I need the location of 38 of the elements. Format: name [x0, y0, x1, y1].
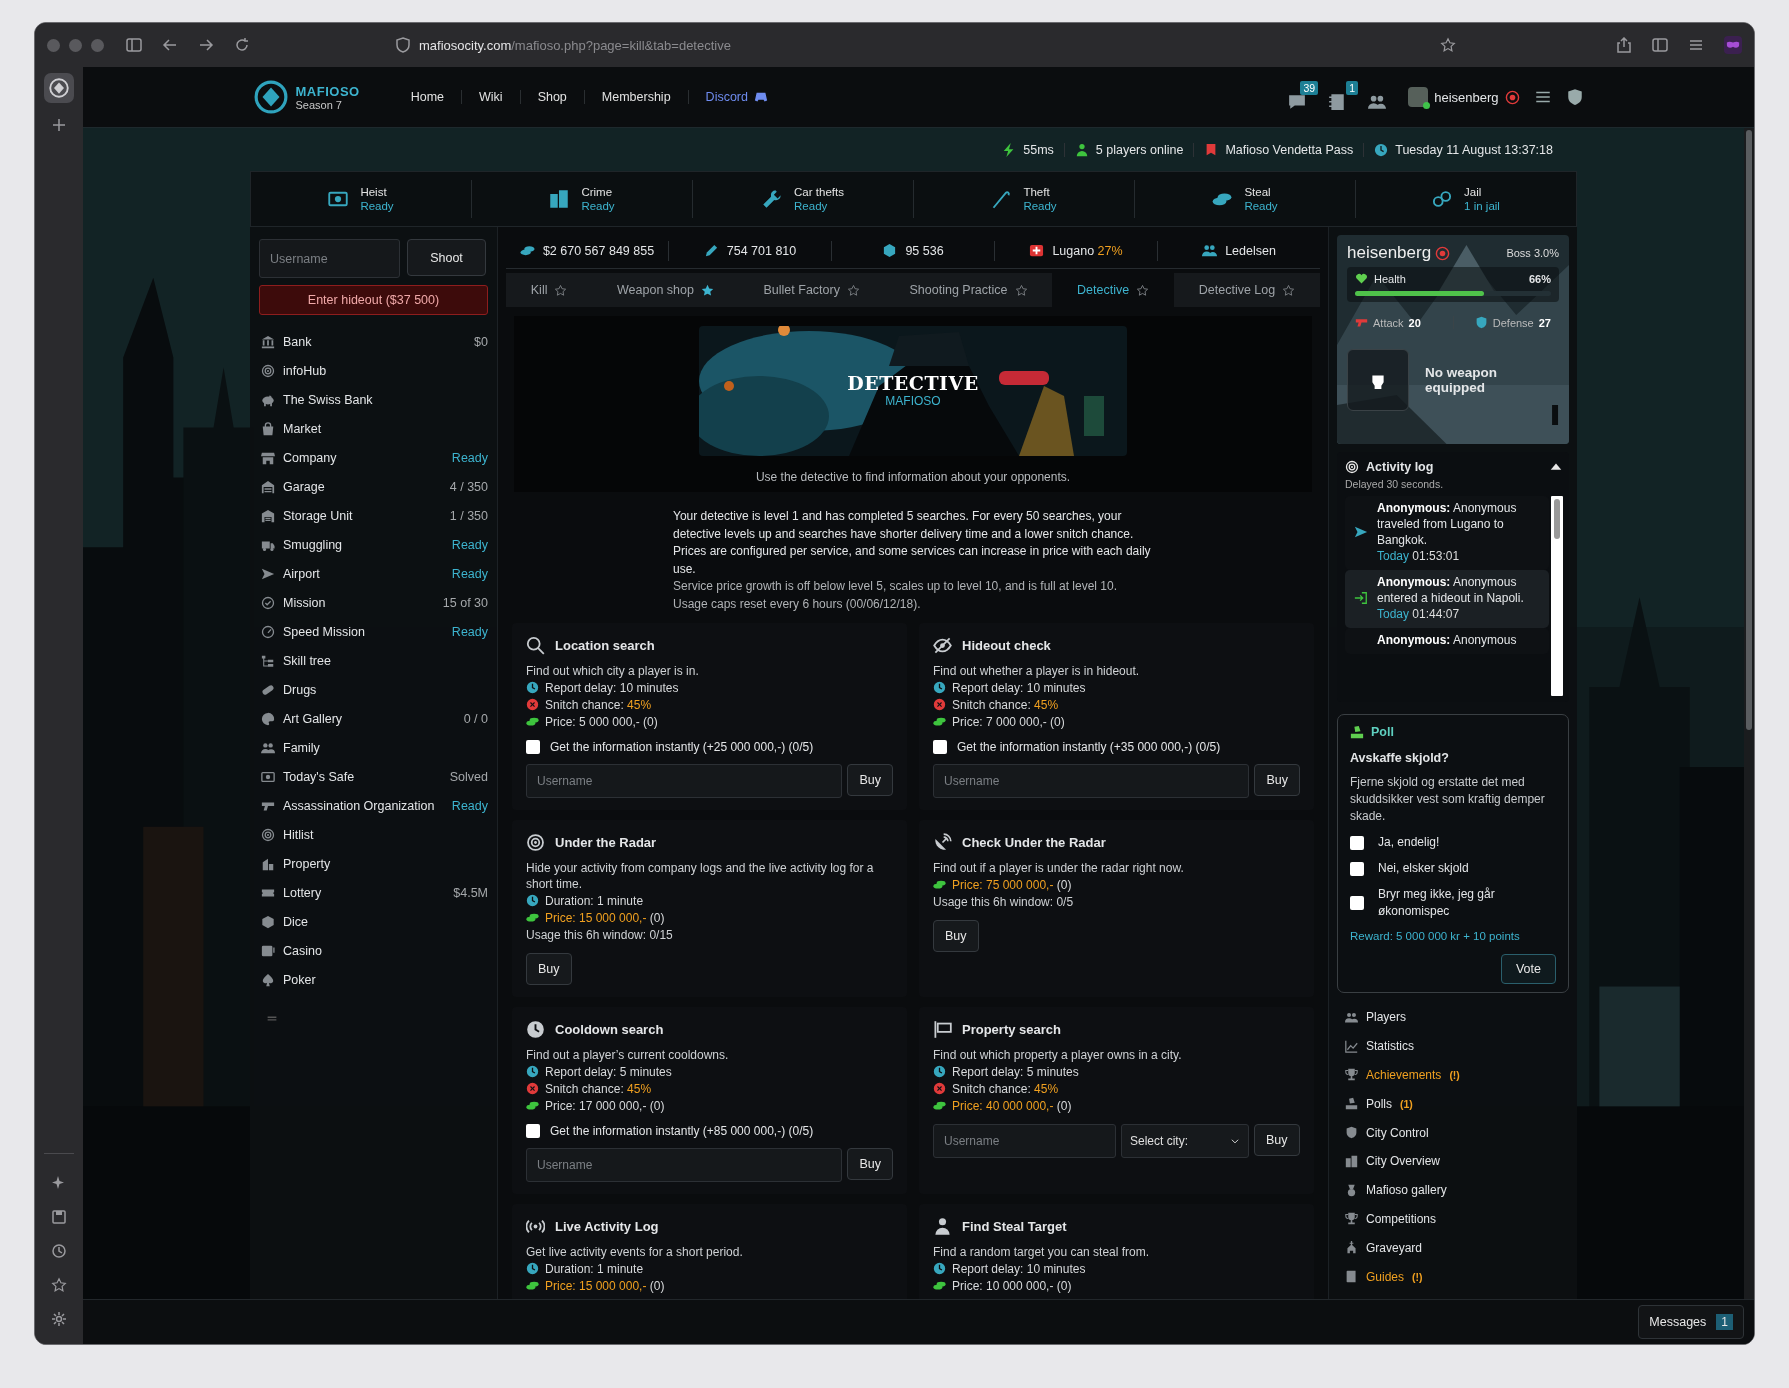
history-icon[interactable] — [51, 1243, 67, 1259]
username[interactable]: heisenberg — [1434, 89, 1499, 105]
sidebar-icon[interactable] — [126, 37, 142, 53]
online-dot — [1423, 102, 1431, 109]
notebook-icon[interactable] — [1328, 93, 1347, 111]
share-icon[interactable] — [1616, 37, 1632, 53]
mask-icon[interactable] — [1724, 36, 1742, 54]
nav-link[interactable]: Membership — [583, 90, 688, 104]
forward-icon[interactable] — [198, 37, 214, 53]
season-label: Season 7 — [295, 98, 343, 111]
logo-title[interactable]: MAFIOSO — [295, 83, 360, 99]
nav-link[interactable]: Wiki — [461, 90, 520, 104]
avatar[interactable] — [1408, 87, 1429, 107]
back-icon[interactable] — [162, 37, 178, 53]
nav-link[interactable]: Shop — [519, 90, 584, 104]
shield-icon[interactable] — [1565, 88, 1584, 106]
count-badge: 1 — [1346, 81, 1359, 95]
count-badge: 1 — [1716, 1314, 1733, 1330]
people-icon[interactable] — [1368, 93, 1387, 111]
shield-icon[interactable] — [395, 37, 411, 53]
gamepad-icon — [754, 90, 768, 104]
rank-badge-icon — [1504, 89, 1520, 105]
sidebar-icon[interactable] — [1652, 37, 1668, 53]
count-badge: 39 — [1300, 81, 1319, 95]
browser-tab[interactable] — [44, 73, 74, 103]
logo-icon — [49, 78, 69, 98]
nav-link[interactable]: Discord — [687, 90, 785, 104]
nav-link[interactable]: Home — [393, 90, 461, 104]
star-outline-icon[interactable] — [51, 1277, 67, 1293]
logo-icon[interactable] — [253, 80, 288, 114]
plus-icon[interactable] — [51, 117, 67, 133]
menu-icon[interactable] — [1688, 37, 1704, 53]
settings-icon[interactable] — [51, 1311, 67, 1327]
chat-icon[interactable] — [1288, 93, 1307, 111]
reload-icon[interactable] — [234, 37, 250, 53]
address-bar[interactable]: mafiosocity.com/mafioso.php?page=kill&tab=detective — [419, 37, 731, 53]
messages-button[interactable]: Messages 1 — [1638, 1305, 1744, 1339]
star-outline-icon[interactable] — [1440, 37, 1456, 53]
